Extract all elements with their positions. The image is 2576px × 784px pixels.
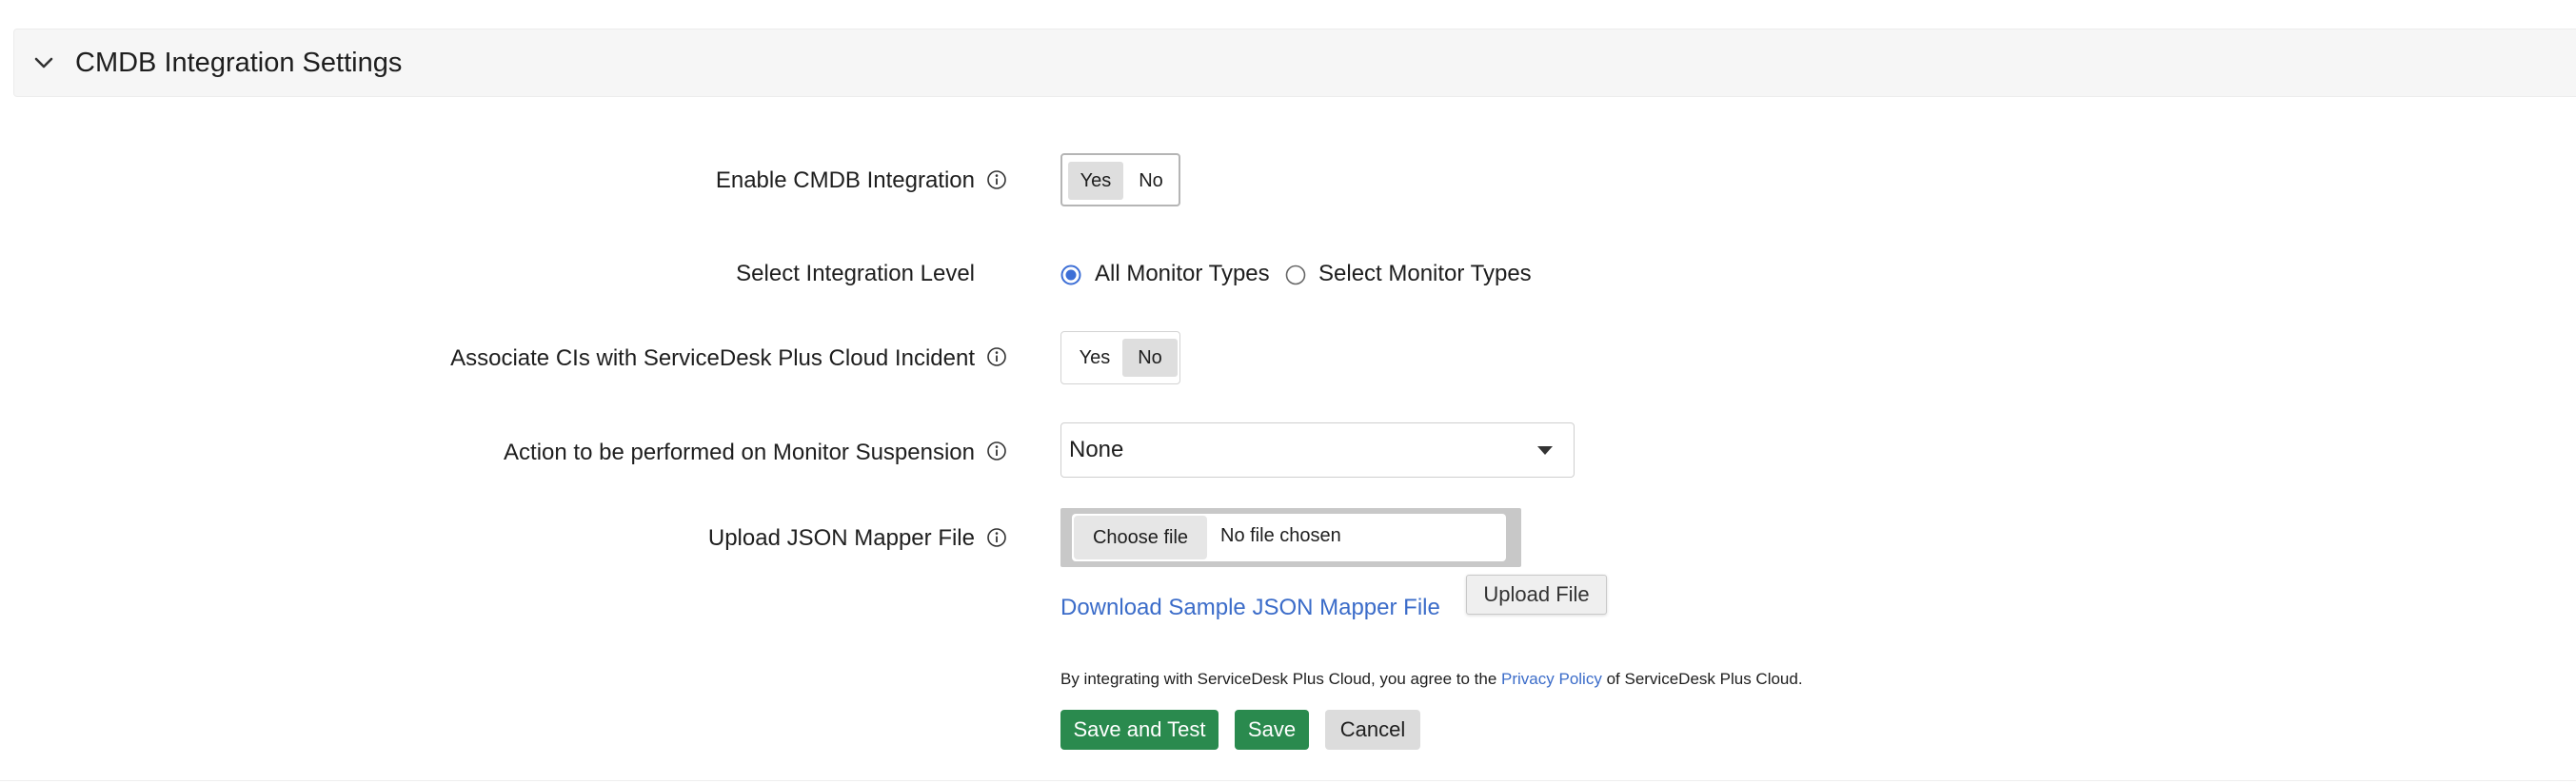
file-status: No file chosen: [1220, 525, 1341, 546]
info-icon[interactable]: [986, 441, 1007, 461]
json-mapper-label: Upload JSON Mapper File: [707, 525, 975, 551]
radio-all-monitor-types[interactable]: [1060, 265, 1081, 285]
enable-cmdb-toggle[interactable]: Yes No: [1060, 153, 1180, 206]
consent-text: By integrating with ServiceDesk Plus Clo…: [1060, 669, 1803, 690]
save-button[interactable]: Save: [1235, 710, 1309, 750]
upload-file-button[interactable]: Upload File: [1466, 575, 1607, 615]
download-sample-link[interactable]: Download Sample JSON Mapper File: [1060, 594, 1440, 622]
integration-level-label: Select Integration Level: [736, 261, 975, 286]
info-icon[interactable]: [986, 346, 1007, 367]
suspension-action-select[interactable]: None: [1060, 422, 1575, 478]
info-icon[interactable]: [986, 527, 1007, 548]
file-input-container: Choose file No file chosen: [1060, 508, 1521, 567]
divider: [0, 780, 2576, 781]
associate-cis-toggle[interactable]: Yes No: [1060, 331, 1180, 384]
info-icon[interactable]: [986, 169, 1007, 190]
associate-cis-yes[interactable]: Yes: [1067, 339, 1122, 377]
privacy-policy-link[interactable]: Privacy Policy: [1501, 670, 1602, 688]
cancel-button[interactable]: Cancel: [1325, 710, 1420, 750]
all-monitor-types-label[interactable]: All Monitor Types: [1095, 260, 1270, 288]
suspension-action-label: Action to be performed on Monitor Suspen…: [504, 440, 975, 465]
enable-cmdb-no[interactable]: No: [1123, 162, 1179, 200]
file-input[interactable]: Choose file No file chosen: [1072, 514, 1506, 561]
select-monitor-types-label[interactable]: Select Monitor Types: [1318, 260, 1532, 288]
section-title: CMDB Integration Settings: [75, 48, 403, 78]
choose-file-button[interactable]: Choose file: [1074, 516, 1207, 559]
section-header[interactable]: CMDB Integration Settings: [13, 29, 2576, 97]
caret-down-icon[interactable]: [1537, 446, 1553, 455]
chevron-down-icon[interactable]: [31, 50, 56, 75]
save-and-test-button[interactable]: Save and Test: [1060, 710, 1219, 750]
enable-cmdb-label: Enable CMDB Integration: [715, 167, 975, 193]
suspension-action-value: None: [1069, 437, 1124, 462]
consent-prefix: By integrating with ServiceDesk Plus Clo…: [1060, 670, 1497, 688]
associate-cis-label: Associate CIs with ServiceDesk Plus Clou…: [450, 345, 975, 371]
radio-select-monitor-types[interactable]: [1285, 265, 1306, 285]
consent-suffix: of ServiceDesk Plus Cloud.: [1606, 670, 1803, 688]
enable-cmdb-yes[interactable]: Yes: [1068, 162, 1123, 200]
associate-cis-no[interactable]: No: [1122, 339, 1178, 377]
